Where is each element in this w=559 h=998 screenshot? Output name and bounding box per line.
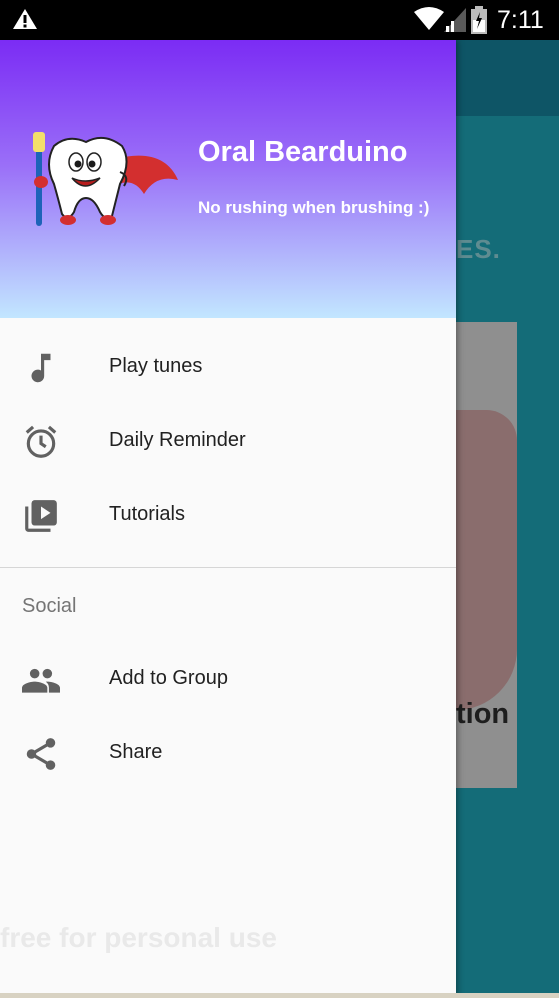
- menu-item-label: Share: [109, 741, 163, 763]
- background-toolbar: [456, 40, 559, 116]
- menu-item-play-tunes[interactable]: Play tunes: [0, 332, 456, 406]
- drawer-header: Oral Bearduino No rushing when brushing …: [0, 40, 456, 318]
- bottom-edge: [0, 993, 559, 998]
- section-title-social: Social: [22, 595, 77, 617]
- divider: [0, 567, 456, 568]
- menu-item-add-to-group[interactable]: Add to Group: [0, 644, 456, 718]
- signal-icon: [444, 8, 466, 32]
- alarm-icon: [25, 425, 57, 458]
- menu-item-label: Daily Reminder: [109, 429, 246, 451]
- watermark: free for personal use: [0, 922, 277, 953]
- background-image: [456, 410, 517, 710]
- battery-icon: [471, 6, 487, 34]
- background-heading: ES.: [456, 234, 501, 264]
- tooth-mascot-logo: [33, 132, 178, 226]
- background-caption: tion: [456, 698, 510, 730]
- share-icon: [26, 738, 56, 770]
- menu-item-label: Tutorials: [109, 503, 185, 525]
- video-library-icon: [25, 500, 57, 532]
- wifi-icon: [414, 7, 444, 30]
- menu-item-label: Play tunes: [109, 355, 203, 377]
- menu-item-tutorials[interactable]: Tutorials: [0, 480, 456, 554]
- navigation-drawer: Oral Bearduino No rushing when brushing …: [0, 40, 456, 998]
- status-bar: 7:11: [0, 0, 559, 40]
- menu-item-label: Add to Group: [109, 667, 228, 689]
- music-note-icon: [31, 353, 51, 383]
- app-name: Oral Bearduino: [198, 136, 408, 168]
- group-icon: [22, 668, 60, 693]
- menu-item-daily-reminder[interactable]: Daily Reminder: [0, 406, 456, 480]
- status-time: 7:11: [497, 6, 544, 34]
- menu-item-share[interactable]: Share: [0, 718, 456, 792]
- app-tagline: No rushing when brushing :): [198, 198, 430, 217]
- warning-icon: [13, 9, 37, 29]
